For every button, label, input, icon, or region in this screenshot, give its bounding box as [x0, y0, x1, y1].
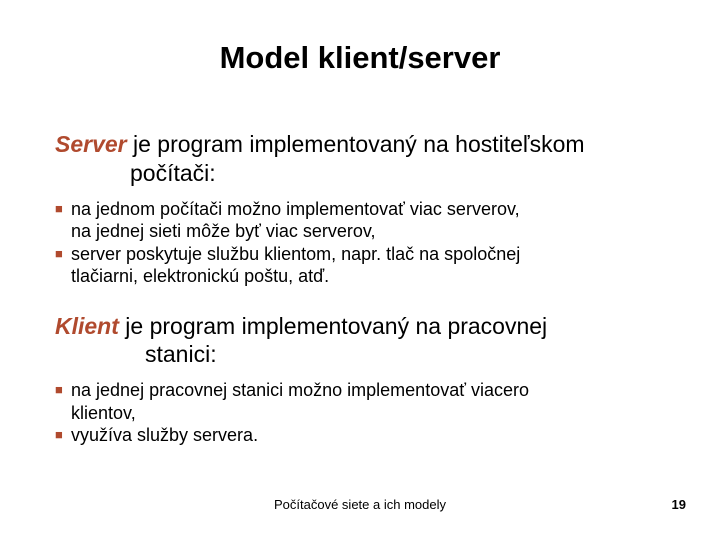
- server-lead-cont: počítači:: [55, 159, 690, 188]
- footer-text: Počítačové siete a ich modely: [0, 497, 720, 512]
- slide-title: Model klient/server: [0, 40, 720, 76]
- bullet-text-cont: tlačiarni, elektronickú poštu, atď.: [55, 265, 690, 288]
- bullet-text-cont: klientov,: [55, 402, 690, 425]
- server-term: Server: [55, 131, 127, 157]
- server-bullets: ■ na jednom počítači možno implementovať…: [55, 198, 690, 288]
- bullet-icon: ■: [55, 424, 71, 446]
- klient-bullets: ■ na jednej pracovnej stanici možno impl…: [55, 379, 690, 447]
- bullet-icon: ■: [55, 243, 71, 265]
- bullet-text: server poskytuje službu klientom, napr. …: [71, 243, 690, 266]
- list-item: ■ server poskytuje službu klientom, napr…: [55, 243, 690, 266]
- list-item: ■ na jednej pracovnej stanici možno impl…: [55, 379, 690, 402]
- slide-content: Server je program implementovaný na host…: [55, 130, 690, 471]
- server-heading: Server je program implementovaný na host…: [55, 130, 690, 188]
- bullet-icon: ■: [55, 379, 71, 401]
- server-lead-text: je program implementovaný na hostiteľsko…: [127, 131, 585, 157]
- bullet-text: na jednej pracovnej stanici možno implem…: [71, 379, 690, 402]
- bullet-text-cont: na jednej sieti môže byť viac serverov,: [55, 220, 690, 243]
- klient-lead-cont: stanici:: [55, 340, 690, 369]
- bullet-text: na jednom počítači možno implementovať v…: [71, 198, 690, 221]
- bullet-text: využíva služby servera.: [71, 424, 690, 447]
- bullet-icon: ■: [55, 198, 71, 220]
- klient-term: Klient: [55, 313, 119, 339]
- slide: Model klient/server Server je program im…: [0, 0, 720, 540]
- list-item: ■ na jednom počítači možno implementovať…: [55, 198, 690, 221]
- klient-heading: Klient je program implementovaný na prac…: [55, 312, 690, 370]
- klient-lead-text: je program implementovaný na pracovnej: [119, 313, 547, 339]
- page-number: 19: [672, 497, 686, 512]
- list-item: ■ využíva služby servera.: [55, 424, 690, 447]
